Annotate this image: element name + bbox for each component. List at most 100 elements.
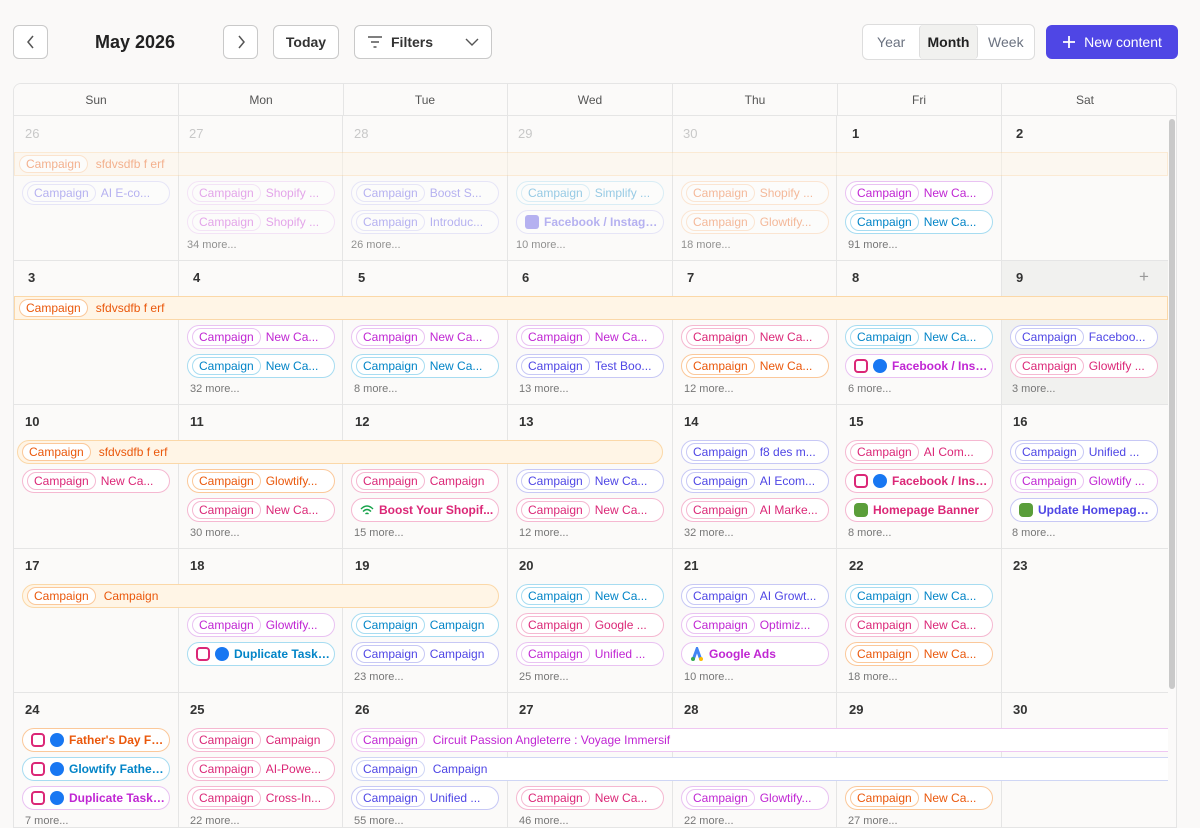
multiday-event[interactable]: Campaign sfdvsdfb f erf — [14, 296, 1168, 320]
more-link[interactable]: 22 more... — [190, 815, 240, 827]
event-chip[interactable]: Campaign New Ca... — [845, 786, 993, 810]
event-chip[interactable]: Campaign AI Com... — [845, 440, 993, 464]
event-chip[interactable]: Campaign New Ca... — [351, 354, 499, 378]
event-chip[interactable]: Campaign New Ca... — [845, 613, 993, 637]
event-chip[interactable]: Campaign New Ca... — [681, 325, 829, 349]
event-chip[interactable]: Campaign New Ca... — [516, 498, 664, 522]
event-chip[interactable]: Campaign Glowtify ... — [1010, 469, 1158, 493]
more-link[interactable]: 30 more... — [190, 527, 240, 539]
event-chip[interactable]: Campaign New Ca... — [845, 584, 993, 608]
event-chip[interactable]: Update Homepage... — [1010, 498, 1158, 522]
more-link[interactable]: 7 more... — [25, 815, 68, 827]
event-chip[interactable]: Campaign Campaign — [351, 613, 499, 637]
more-link[interactable]: 15 more... — [354, 527, 404, 539]
event-chip[interactable]: Campaign New Ca... — [187, 498, 335, 522]
event-chip[interactable]: Campaign Cross-In... — [187, 786, 335, 810]
event-chip[interactable]: Campaign New Ca... — [845, 642, 993, 666]
event-chip[interactable]: Campaign f8 des m... — [681, 440, 829, 464]
event-chip[interactable]: Campaign New Ca... — [516, 584, 664, 608]
today-button[interactable]: Today — [273, 25, 339, 59]
event-chip[interactable]: Campaign Unified ... — [351, 786, 499, 810]
event-chip[interactable]: Campaign AI E-co... — [22, 181, 170, 205]
more-link[interactable]: 32 more... — [190, 383, 240, 395]
event-chip[interactable]: Campaign New Ca... — [845, 210, 993, 234]
more-link[interactable]: 18 more... — [681, 239, 731, 251]
event-chip[interactable]: Campaign Introduc... — [351, 210, 499, 234]
event-chip[interactable]: Campaign Google ... — [516, 613, 664, 637]
filters-button[interactable]: Filters — [354, 25, 492, 59]
event-chip[interactable]: Campaign Boost S... — [351, 181, 499, 205]
event-chip[interactable]: Facebook / Inst... — [845, 469, 993, 493]
more-link[interactable]: 6 more... — [848, 383, 891, 395]
more-link[interactable]: 8 more... — [848, 527, 891, 539]
event-chip[interactable]: Campaign Glowtify... — [187, 613, 335, 637]
view-month-button[interactable]: Month — [919, 25, 978, 59]
more-link[interactable]: 46 more... — [519, 815, 569, 827]
event-chip[interactable]: Homepage Banner — [845, 498, 993, 522]
event-chip[interactable]: Campaign Campaign — [351, 469, 499, 493]
more-link[interactable]: 22 more... — [684, 815, 734, 827]
event-chip[interactable]: Glowtify Father'... — [22, 757, 170, 781]
event-chip[interactable]: Campaign New Ca... — [187, 325, 335, 349]
event-chip[interactable]: Duplicate Task ... — [187, 642, 335, 666]
more-link[interactable]: 8 more... — [1012, 527, 1055, 539]
event-chip[interactable]: Campaign Shopify ... — [187, 210, 335, 234]
event-chip[interactable]: Campaign AI Marke... — [681, 498, 829, 522]
more-link[interactable]: 10 more... — [516, 239, 566, 251]
view-year-button[interactable]: Year — [863, 25, 919, 59]
event-chip[interactable]: Campaign Glowtify ... — [1010, 354, 1158, 378]
multiday-event[interactable]: Campaign Campaign — [22, 584, 499, 608]
prev-month-button[interactable] — [13, 25, 48, 59]
more-link[interactable]: 12 more... — [519, 527, 569, 539]
more-link[interactable]: 26 more... — [351, 239, 401, 251]
more-link[interactable]: 12 more... — [684, 383, 734, 395]
multiday-event[interactable]: Campaign Campaign — [351, 757, 1168, 781]
more-link[interactable]: 18 more... — [848, 671, 898, 683]
event-chip[interactable]: Campaign New Ca... — [845, 325, 993, 349]
more-link[interactable]: 13 more... — [519, 383, 569, 395]
event-chip[interactable]: Campaign New Ca... — [351, 325, 499, 349]
event-chip[interactable]: Campaign Optimiz... — [681, 613, 829, 637]
event-chip[interactable]: Campaign Unified ... — [516, 642, 664, 666]
event-chip[interactable]: Facebook / Instagr... — [516, 210, 664, 234]
multiday-event[interactable]: Campaign Circuit Passion Angleterre : Vo… — [351, 728, 1168, 752]
scrollbar[interactable] — [1169, 119, 1175, 689]
event-chip[interactable]: Campaign New Ca... — [516, 325, 664, 349]
view-week-button[interactable]: Week — [978, 25, 1034, 59]
event-chip[interactable]: Campaign AI Ecom... — [681, 469, 829, 493]
event-chip[interactable]: Facebook / Inst... — [845, 354, 993, 378]
event-chip[interactable]: Campaign AI-Powe... — [187, 757, 335, 781]
event-chip[interactable]: Campaign New Ca... — [845, 181, 993, 205]
more-link[interactable]: 55 more... — [354, 815, 404, 827]
more-link[interactable]: 27 more... — [848, 815, 898, 827]
event-chip[interactable]: Boost Your Shopif... — [351, 498, 499, 522]
more-link[interactable]: 91 more... — [848, 239, 898, 251]
event-chip[interactable]: Campaign Test Boo... — [516, 354, 664, 378]
event-chip[interactable]: Campaign Faceboo... — [1010, 325, 1158, 349]
next-month-button[interactable] — [223, 25, 258, 59]
more-link[interactable]: 32 more... — [684, 527, 734, 539]
event-chip[interactable]: Campaign New Ca... — [187, 354, 335, 378]
multiday-event[interactable]: Campaign sfdvsdfb f erf — [14, 152, 1168, 176]
event-chip[interactable]: Campaign Simplify ... — [516, 181, 664, 205]
more-link[interactable]: 23 more... — [354, 671, 404, 683]
more-link[interactable]: 25 more... — [519, 671, 569, 683]
event-chip[interactable]: Campaign New Ca... — [22, 469, 170, 493]
more-link[interactable]: 34 more... — [187, 239, 237, 251]
multiday-event[interactable]: Campaign sfdvsdfb f erf — [17, 440, 663, 464]
event-chip[interactable]: Campaign New Ca... — [681, 354, 829, 378]
event-chip[interactable]: Campaign New Ca... — [516, 786, 664, 810]
new-content-button[interactable]: New content — [1046, 25, 1178, 59]
more-link[interactable]: 8 more... — [354, 383, 397, 395]
event-chip[interactable]: Campaign Glowtify... — [187, 469, 335, 493]
event-chip[interactable]: Father's Day Fo... — [22, 728, 170, 752]
event-chip[interactable]: Duplicate Task ... — [22, 786, 170, 810]
more-link[interactable]: 10 more... — [684, 671, 734, 683]
event-chip[interactable]: Campaign Glowtify... — [681, 210, 829, 234]
add-event-icon[interactable]: + — [1139, 267, 1149, 287]
event-chip[interactable]: Campaign Unified ... — [1010, 440, 1158, 464]
event-chip[interactable]: Campaign Shopify ... — [681, 181, 829, 205]
event-chip[interactable]: Campaign New Ca... — [516, 469, 664, 493]
event-chip[interactable]: Campaign Shopify ... — [187, 181, 335, 205]
event-chip[interactable]: Campaign Glowtify... — [681, 786, 829, 810]
